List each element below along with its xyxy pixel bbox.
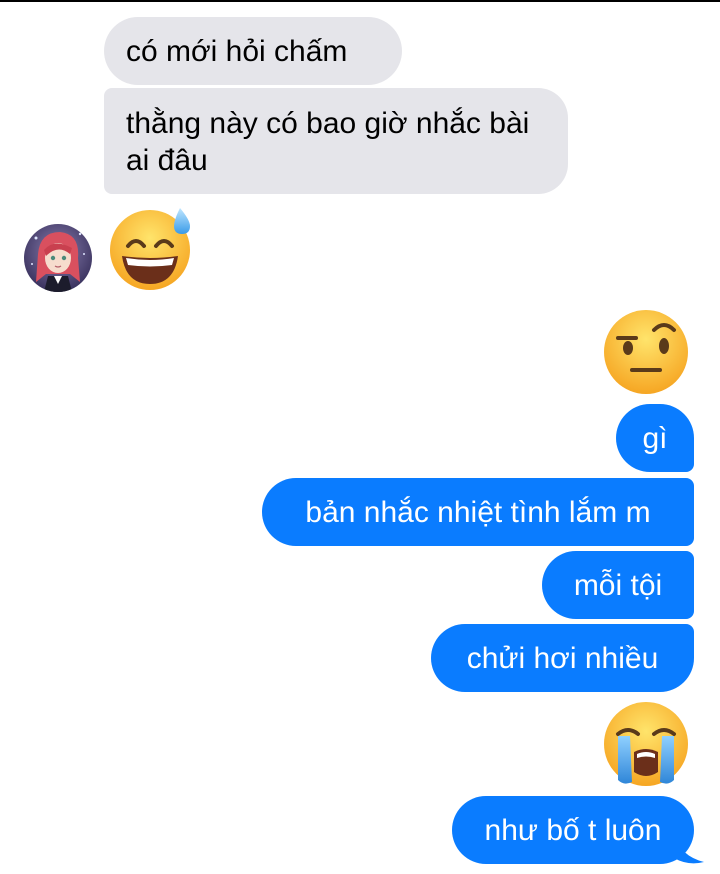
outgoing-message[interactable]: bản nhắc nhiệt tình lắm m [262, 478, 694, 546]
message-text: gì [642, 421, 668, 455]
incoming-message[interactable]: thằng này có bao giờ nhắc bài ai đâu [104, 88, 568, 194]
outgoing-message[interactable]: chửi hơi nhiều [431, 624, 694, 692]
bubble-tail [674, 834, 704, 864]
outgoing-message[interactable]: như bố t luôn [452, 796, 694, 864]
loudly-crying-face-icon[interactable] [600, 700, 692, 788]
message-text: chửi hơi nhiều [466, 641, 659, 675]
face-with-raised-eyebrow-icon[interactable] [600, 308, 692, 396]
message-text: mỗi tội [573, 568, 663, 602]
message-text: thằng này có bao giờ nhắc bài ai đâu [126, 107, 530, 177]
message-text: bản nhắc nhiệt tình lắm m [305, 495, 651, 529]
outgoing-message[interactable]: gì [616, 404, 694, 472]
top-divider [0, 0, 720, 2]
outgoing-message[interactable]: mỗi tội [542, 551, 694, 619]
message-text: như bố t luôn [484, 813, 662, 847]
incoming-message[interactable]: có mới hỏi chấm [104, 17, 402, 85]
message-text: có mới hỏi chấm [126, 34, 348, 68]
sender-avatar[interactable] [24, 224, 92, 292]
grinning-face-with-sweat-icon[interactable] [106, 202, 198, 294]
